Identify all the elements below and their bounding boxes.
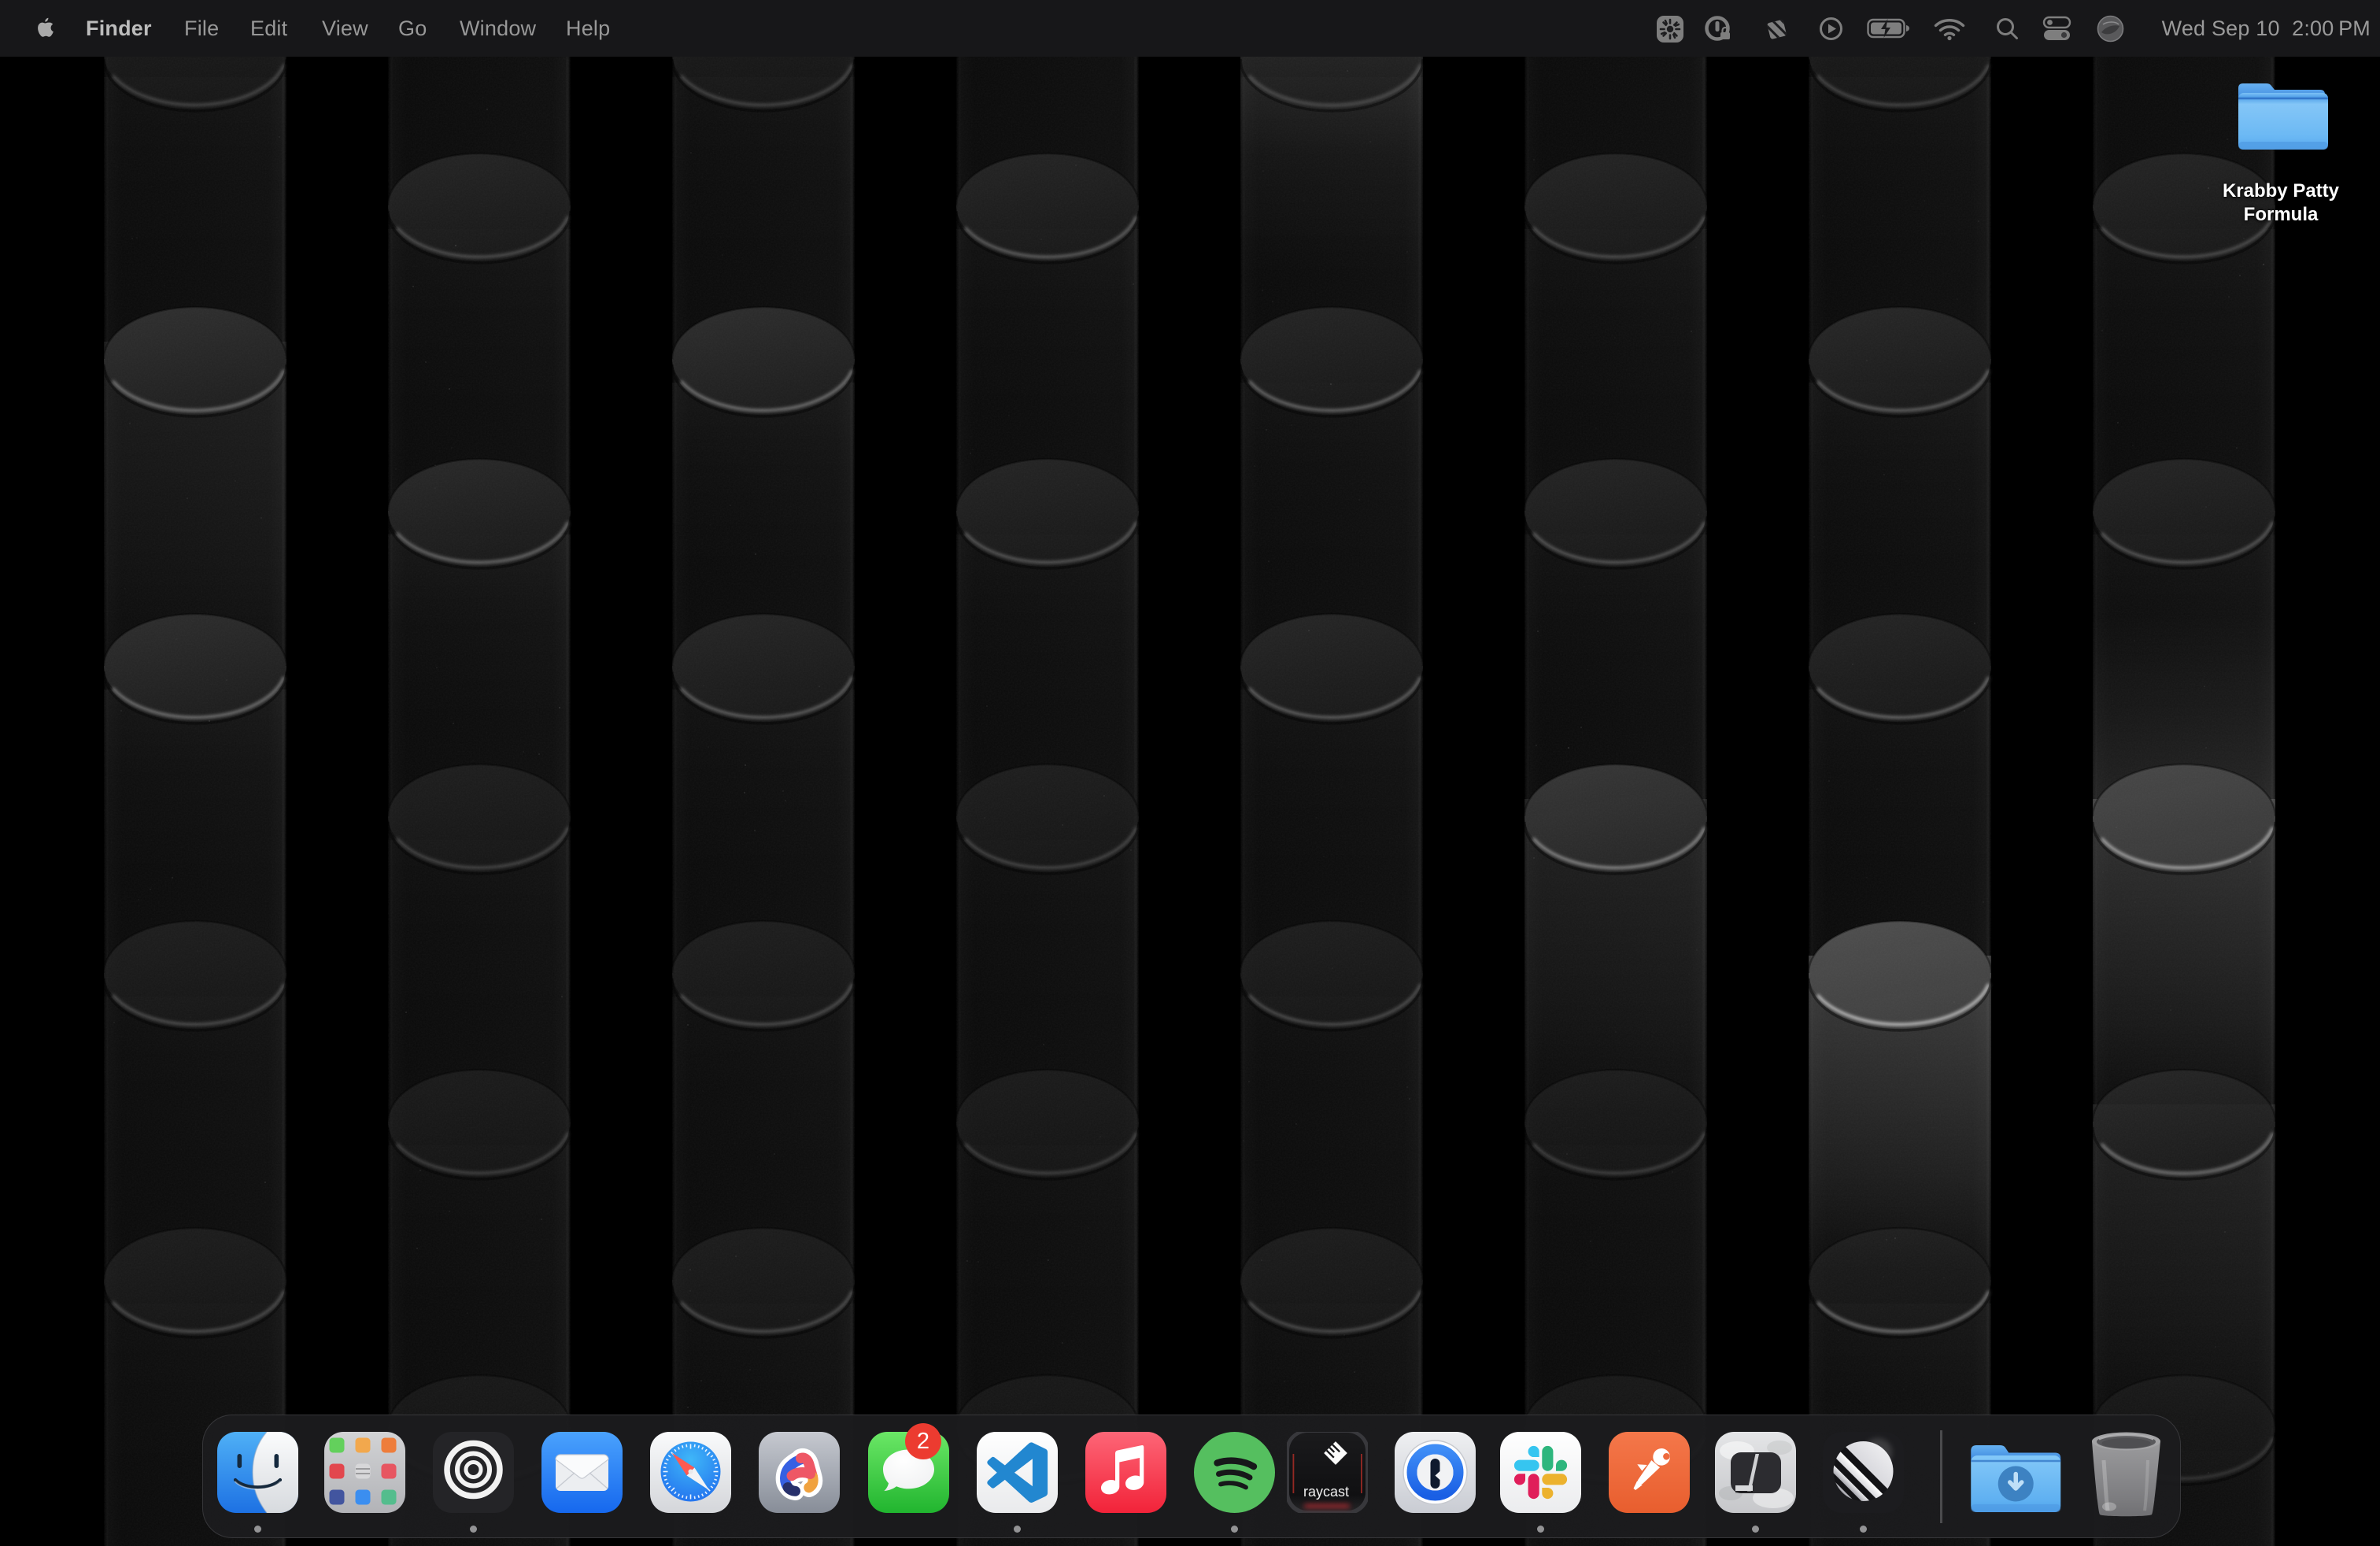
svg-text:raycast: raycast — [1303, 1484, 1349, 1500]
